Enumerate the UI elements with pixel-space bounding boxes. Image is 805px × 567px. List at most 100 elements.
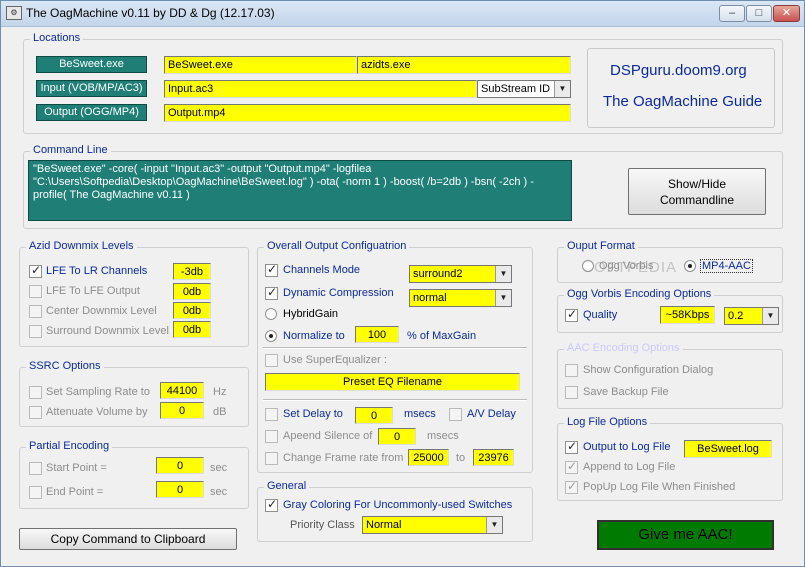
hybridgain-label: HybridGain	[283, 308, 339, 320]
besweet-path-button[interactable]: BeSweet.exe	[36, 56, 147, 73]
normalize-label: Normalize to	[283, 330, 345, 342]
dynamic-compression-checkbox[interactable]	[265, 285, 278, 300]
overall-output-legend: Overall Output Configuatrion	[264, 240, 410, 252]
aac-options-legend: AAC Encoding Options	[564, 342, 683, 354]
frame-rate-to-label: to	[456, 452, 466, 464]
log-file-name[interactable]: BeSweet.log	[684, 440, 772, 458]
start-point-checkbox[interactable]	[29, 462, 42, 475]
append-silence-checkbox[interactable]	[265, 430, 278, 443]
attenuate-unit: dB	[213, 406, 227, 418]
partial-encoding-group: Partial Encoding	[19, 440, 249, 509]
frame-rate-to[interactable]: 23976	[473, 449, 514, 466]
mp4-aac-radio[interactable]	[684, 260, 696, 272]
minimize-button[interactable]: –	[719, 5, 745, 22]
lfe-lr-checkbox[interactable]	[29, 263, 42, 278]
window-title: The OagMachine v0.11 by DD & Dg (12.17.0…	[26, 6, 275, 20]
priority-class-label: Priority Class	[290, 519, 355, 531]
output-log-label: Output to Log File	[583, 441, 671, 453]
priority-class-value: Normal	[366, 519, 402, 531]
dynamic-compression-select[interactable]: normal ▼	[409, 289, 512, 307]
start-point-value[interactable]: 0	[156, 457, 204, 474]
end-point-label: End Point =	[46, 486, 104, 498]
lfe-lfe-value[interactable]: 0db	[173, 283, 211, 300]
quality-label: Quality	[583, 309, 618, 321]
chevron-down-icon: ▼	[554, 81, 570, 97]
channels-mode-value: surround2	[413, 268, 463, 280]
sampling-rate-value[interactable]: 44100	[160, 382, 204, 399]
dynamic-compression-label: Dynamic Compression	[283, 287, 394, 299]
gray-coloring-checkbox[interactable]	[265, 497, 278, 512]
lfe-lfe-label: LFE To LFE Output	[46, 285, 140, 297]
sampling-rate-checkbox[interactable]	[29, 386, 42, 399]
input-file-field[interactable]: Input.ac3	[164, 80, 477, 98]
dspguru-link[interactable]: DSPguru.doom9.org	[610, 62, 747, 79]
locations-legend: Locations	[30, 32, 84, 44]
center-downmix-value[interactable]: 0db	[173, 302, 211, 319]
guide-link[interactable]: The OagMachine Guide	[603, 93, 762, 110]
normalize-value[interactable]: 100	[355, 326, 399, 343]
azidts-path-field[interactable]: azidts.exe	[357, 56, 571, 74]
av-delay-checkbox[interactable]	[449, 408, 462, 421]
append-silence-value[interactable]: 0	[378, 428, 416, 445]
maximize-button[interactable]: □	[746, 5, 772, 22]
preset-eq-field[interactable]: Preset EQ Filename	[265, 373, 520, 391]
normalize-radio[interactable]	[265, 330, 277, 342]
attenuate-value[interactable]: 0	[160, 402, 204, 419]
output-file-field[interactable]: Output.mp4	[164, 104, 571, 122]
set-delay-unit: msecs	[404, 408, 436, 420]
append-silence-label: Apeend Silence of	[283, 430, 373, 442]
hybridgain-radio[interactable]	[265, 308, 277, 320]
surround-downmix-value[interactable]: 0db	[173, 321, 211, 338]
copy-command-button[interactable]: Copy Command to Clipboard	[19, 528, 237, 550]
output-log-checkbox[interactable]	[565, 439, 578, 454]
give-me-aac-button[interactable]: Give me AAC!	[597, 520, 774, 550]
attenuate-checkbox[interactable]	[29, 406, 42, 419]
sampling-rate-label: Set Sampling Rate to	[46, 386, 150, 398]
start-point-label: Start Point =	[46, 462, 107, 474]
quality-kbps: ~58Kbps	[660, 306, 715, 324]
quality-select[interactable]: 0.2 ▼	[724, 307, 779, 325]
popup-log-checkbox[interactable]	[565, 479, 578, 494]
show-config-checkbox[interactable]	[565, 364, 578, 377]
set-delay-value[interactable]: 0	[355, 407, 393, 424]
ogg-options-legend: Ogg Vorbis Encoding Options	[564, 288, 715, 300]
chevron-down-icon: ▼	[495, 290, 511, 306]
log-file-legend: Log File Options	[564, 416, 651, 428]
ogg-vorbis-radio[interactable]	[582, 260, 594, 272]
lfe-lfe-checkbox[interactable]	[29, 285, 42, 298]
surround-downmix-checkbox[interactable]	[29, 325, 42, 338]
normalize-unit: % of MaxGain	[407, 330, 477, 342]
aac-options-group: AAC Encoding Options	[557, 342, 783, 409]
end-point-value[interactable]: 0	[156, 481, 204, 498]
command-line-legend: Command Line	[30, 144, 111, 156]
append-silence-unit: msecs	[427, 430, 459, 442]
substream-select[interactable]: SubStream ID ▼	[477, 80, 571, 98]
center-downmix-checkbox[interactable]	[29, 305, 42, 318]
attenuate-label: Attenuate Volume by	[46, 406, 148, 418]
save-backup-checkbox[interactable]	[565, 386, 578, 399]
frame-rate-checkbox[interactable]	[265, 452, 278, 465]
lfe-lr-value[interactable]: -3db	[173, 263, 211, 280]
end-point-unit: sec	[210, 486, 228, 498]
azid-legend: Azid Downmix Levels	[26, 240, 137, 252]
supereq-checkbox[interactable]	[265, 354, 278, 367]
end-point-checkbox[interactable]	[29, 486, 42, 499]
append-log-checkbox[interactable]	[565, 459, 578, 474]
show-hide-commandline-button[interactable]: Show/Hide Commandline	[628, 168, 766, 215]
besweet-path-field[interactable]: BeSweet.exe	[164, 56, 357, 74]
frame-rate-from[interactable]: 25000	[408, 449, 449, 466]
save-backup-label: Save Backup File	[583, 386, 669, 398]
channels-mode-checkbox[interactable]	[265, 262, 278, 277]
title-bar: ⚙ The OagMachine v0.11 by DD & Dg (12.17…	[1, 1, 804, 27]
chevron-down-icon: ▼	[762, 308, 778, 324]
surround-downmix-label: Surround Downmix Level	[46, 325, 169, 337]
close-button[interactable]: ✕	[773, 5, 800, 22]
output-path-button[interactable]: Output (OGG/MP4)	[36, 104, 147, 121]
input-path-button[interactable]: Input (VOB/MP/AC3)	[36, 80, 147, 97]
command-line-text[interactable]: "BeSweet.exe" -core( -input "Input.ac3" …	[28, 160, 572, 221]
show-config-label: Show Configuration Dialog	[583, 364, 714, 376]
quality-checkbox[interactable]	[565, 307, 578, 322]
set-delay-checkbox[interactable]	[265, 408, 278, 421]
priority-class-select[interactable]: Normal ▼	[362, 516, 503, 534]
channels-mode-select[interactable]: surround2 ▼	[409, 265, 512, 283]
